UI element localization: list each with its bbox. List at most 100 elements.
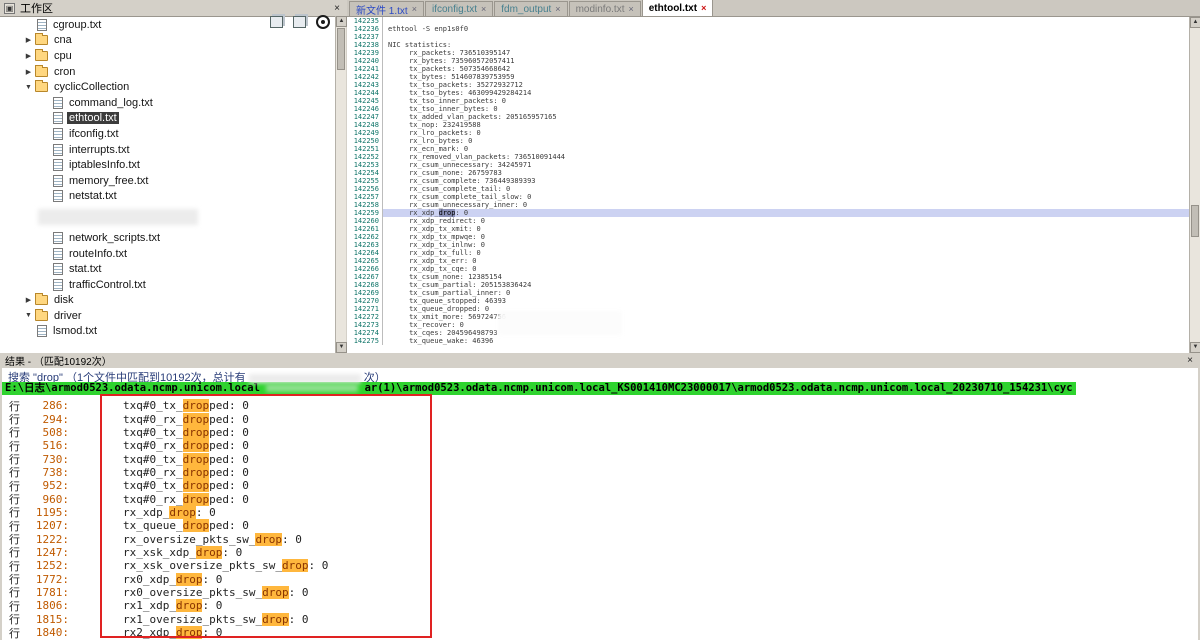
editor-line[interactable]: 142237 [347,33,1189,41]
editor-line[interactable]: 142275 tx_queue_wake: 46396 [347,337,1189,345]
editor-line[interactable]: 142235 [347,17,1189,25]
chevron-right-icon[interactable]: ▶ [22,296,35,304]
tab-close-icon[interactable]: × [412,4,417,14]
tab-ethtool.txt[interactable]: ethtool.txt× [642,0,714,16]
tree-item-cpu[interactable]: ▶cpu [0,48,335,64]
tree-item-cron[interactable]: ▶cron [0,64,335,80]
locate-file-icon[interactable] [316,15,330,29]
editor-line[interactable]: 142236ethtool -S enp1s0f0 [347,25,1189,33]
tree-item-routeInfo.txt[interactable]: routeInfo.txt [0,246,335,262]
result-row[interactable]: 行1247:rx_xsk_xdp_drop: 0 [2,546,1198,559]
scrollbar-thumb[interactable] [337,28,345,70]
tab-close-icon[interactable]: × [555,4,560,14]
editor-line[interactable]: 142256 rx_csum_complete_tail: 0 [347,185,1189,193]
scroll-down-icon[interactable]: ▼ [1190,342,1200,353]
editor-line[interactable]: 142267 tx_csum_none: 12385154 [347,273,1189,281]
editor-line[interactable]: 142251 rx_ecn_mark: 0 [347,145,1189,153]
expand-all-icon[interactable] [270,16,283,28]
editor-line[interactable]: 142253 rx_csum_unnecessary: 34245971 [347,161,1189,169]
result-row[interactable]: 行286:txq#0_tx_dropped: 0 [2,399,1198,412]
matched-file-path[interactable]: E:\日志\armod0523.odata.ncmp.unicom.local … [2,382,1076,395]
editor-line[interactable]: 142264 rx_xdp_tx_full: 0 [347,249,1189,257]
editor-line[interactable]: 142240 rx_bytes: 735960572057411 [347,57,1189,65]
dock-icon[interactable]: ▣ [4,3,15,14]
editor-line[interactable]: 142239 rx_packets: 736510395147 [347,49,1189,57]
result-row[interactable]: 行730:txq#0_tx_dropped: 0 [2,452,1198,465]
tree-item-trafficControl.txt[interactable]: trafficControl.txt [0,277,335,293]
result-row[interactable]: 行1815:rx1_oversize_pkts_sw_drop: 0 [2,613,1198,626]
tree-item-lsmod.txt[interactable]: lsmod.txt [0,324,335,340]
chevron-right-icon[interactable]: ▶ [22,68,35,76]
result-row[interactable]: 行508:txq#0_tx_dropped: 0 [2,426,1198,439]
result-row[interactable]: 行1806:rx1_xdp_drop: 0 [2,599,1198,612]
result-row[interactable]: 行1772:rx0_xdp_drop: 0 [2,572,1198,585]
editor-line[interactable]: 142274 tx_cqes: 204596498793 [347,329,1189,337]
tab-close-icon[interactable]: × [481,4,486,14]
editor-line[interactable]: 142273 tx_recover: 0 [347,321,1189,329]
editor-line[interactable]: 142252 rx_removed_vlan_packets: 73651009… [347,153,1189,161]
tree-item-driver[interactable]: ▼driver [0,308,335,324]
result-row[interactable]: 行1195:rx_xdp_drop: 0 [2,506,1198,519]
result-row[interactable]: 行738:txq#0_rx_dropped: 0 [2,466,1198,479]
tree-item-netstat.txt[interactable]: netstat.txt [0,189,335,205]
tab-close-icon[interactable]: × [701,3,706,13]
chevron-right-icon[interactable]: ▶ [22,36,35,44]
result-row[interactable]: 行1207:tx_queue_dropped: 0 [2,519,1198,532]
editor-line[interactable]: 142257 rx_csum_complete_tail_slow: 0 [347,193,1189,201]
editor-scrollbar[interactable]: ▲ ▼ [1189,17,1200,353]
editor-lines[interactable]: 142235142236ethtool -S enp1s0f0142237142… [347,17,1189,353]
chevron-down-icon[interactable]: ▼ [22,312,35,319]
tab-modinfo.txt[interactable]: modinfo.txt× [569,1,641,16]
editor-line[interactable]: 142270 tx_queue_stopped: 46393 [347,297,1189,305]
editor-line[interactable]: 142246 tx_tso_inner_bytes: 0 [347,105,1189,113]
result-row[interactable]: 行1781:rx0_oversize_pkts_sw_drop: 0 [2,586,1198,599]
chevron-down-icon[interactable]: ▼ [22,84,35,91]
tree-item-cyclicCollection[interactable]: ▼cyclicCollection [0,79,335,95]
tree-item-memory_free.txt[interactable]: memory_free.txt [0,173,335,189]
editor-line[interactable]: 142242 tx_bytes: 514607839753959 [347,73,1189,81]
editor-line[interactable]: 142272 tx_xmit_more: 569724756 [347,313,1189,321]
editor-line[interactable]: 142250 rx_lro_bytes: 0 [347,137,1189,145]
editor-line[interactable]: 142243 tx_tso_packets: 35272932712 [347,81,1189,89]
editor-line[interactable]: 142241 tx_packets: 507354668642 [347,65,1189,73]
collapse-all-icon[interactable] [293,16,306,28]
tree-item-ethtool.txt[interactable]: ethtool.txt [0,111,335,127]
tree-item-stat.txt[interactable]: stat.txt [0,261,335,277]
result-row[interactable]: 行294:txq#0_rx_dropped: 0 [2,412,1198,425]
editor-line[interactable]: 142265 rx_xdp_tx_err: 0 [347,257,1189,265]
chevron-right-icon[interactable]: ▶ [22,52,35,60]
editor-line[interactable]: 142247 tx_added_vlan_packets: 2051659571… [347,113,1189,121]
result-row[interactable]: 行516:txq#0_rx_dropped: 0 [2,439,1198,452]
editor-line[interactable]: 142263 rx_xdp_tx_inlnw: 0 [347,241,1189,249]
tree-item-cna[interactable]: ▶cna [0,33,335,49]
result-row[interactable]: 行952:txq#0_tx_dropped: 0 [2,479,1198,492]
tree-scrollbar[interactable]: ▲ ▼ [335,16,346,353]
editor-line[interactable]: 142259 rx_xdp_drop: 0 [347,209,1189,217]
result-row[interactable]: 行960:txq#0_rx_dropped: 0 [2,492,1198,505]
close-icon[interactable]: × [1185,355,1195,366]
result-row[interactable]: 行1252:rx_xsk_oversize_pkts_sw_drop: 0 [2,559,1198,572]
editor-line[interactable]: 142261 rx_xdp_tx_xmit: 0 [347,225,1189,233]
tree-item-disk[interactable]: ▶disk [0,293,335,309]
tab-fdm_output[interactable]: fdm_output× [494,1,567,16]
editor-line[interactable]: 142244 tx_tso_bytes: 463099429284214 [347,89,1189,97]
scroll-down-icon[interactable]: ▼ [336,342,347,353]
scroll-up-icon[interactable]: ▲ [1190,17,1200,28]
editor-line[interactable]: 142269 tx_csum_partial_inner: 0 [347,289,1189,297]
editor-line[interactable]: 142262 rx_xdp_tx_mpwqe: 0 [347,233,1189,241]
close-icon[interactable]: × [332,3,342,14]
tab-ifconfig.txt[interactable]: ifconfig.txt× [425,1,493,16]
editor-line[interactable]: 142248 tx_nop: 232419588 [347,121,1189,129]
editor-line[interactable]: 142268 tx_csum_partial: 205153836424 [347,281,1189,289]
editor-line[interactable]: 142255 rx_csum_complete: 736449389393 [347,177,1189,185]
editor-line[interactable]: 142254 rx_csum_none: 26759783 [347,169,1189,177]
editor-line[interactable]: 142238NIC statistics: [347,41,1189,49]
scrollbar-thumb[interactable] [1191,205,1199,237]
tree-item-iptablesInfo.txt[interactable]: iptablesInfo.txt [0,157,335,173]
editor-line[interactable]: 142258 rx_csum_unnecessary_inner: 0 [347,201,1189,209]
tab-close-icon[interactable]: × [628,4,633,14]
editor-line[interactable]: 142245 tx_tso_inner_packets: 0 [347,97,1189,105]
tab-新文件 1.txt[interactable]: 新文件 1.txt× [349,1,424,16]
tree-item-network_scripts.txt[interactable]: network_scripts.txt [0,230,335,246]
tree-item-interrupts.txt[interactable]: interrupts.txt [0,142,335,158]
